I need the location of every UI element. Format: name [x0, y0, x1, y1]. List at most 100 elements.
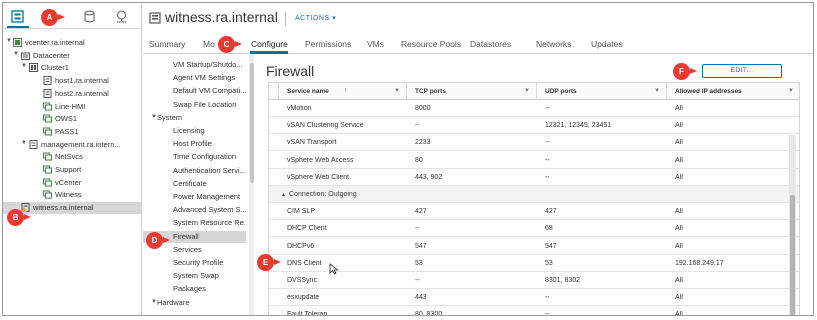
- nav-item[interactable]: Security Profile: [143, 257, 246, 269]
- tree-node[interactable]: PASS1: [3, 126, 142, 138]
- tree-node[interactable]: Support: [3, 164, 142, 176]
- table-cell: vSphere Web Client: [287, 173, 350, 181]
- nav-label: System Swap: [173, 271, 219, 281]
- table-cell: DHCPv6: [287, 242, 315, 250]
- table-row[interactable]: DVSSync -- 8301, 8302 All: [269, 272, 799, 289]
- nav-item[interactable]: System Swap: [143, 270, 246, 282]
- tree-node[interactable]: Witness: [3, 189, 142, 201]
- nav-item[interactable]: VM Startup/Shutdo...: [143, 59, 246, 71]
- table-row[interactable]: vSphere Web Client 443, 902 -- All: [269, 168, 799, 186]
- table-row[interactable]: vMotion 8000 -- All: [269, 100, 799, 117]
- table-row[interactable]: vSAN Clustering Service -- 12321, 12345, 2…: [269, 117, 799, 135]
- nav-label: Authentication Servi...: [173, 165, 246, 175]
- filter-icon[interactable]: ▼: [394, 88, 400, 94]
- table-row[interactable]: esxupdate 443 -- All: [269, 289, 799, 307]
- tab-updates[interactable]: Updates: [591, 39, 623, 49]
- filter-icon[interactable]: ▼: [788, 88, 794, 94]
- column-header[interactable]: TCP ports ▼: [407, 83, 537, 100]
- nav-item[interactable]: Agent VM Settings: [143, 72, 246, 84]
- object-tabs: Summary Mo Configure Permissions VMs Resource…: [143, 34, 813, 54]
- networking-icon[interactable]: [115, 10, 128, 23]
- table-row[interactable]: vSphere Web Access 80 -- All: [269, 151, 799, 169]
- host-icon: [43, 76, 52, 86]
- nav-label: Default VM Compati...: [173, 86, 246, 96]
- tab-mo[interactable]: Mo: [203, 39, 215, 49]
- nav-item[interactable]: Time Configuration: [143, 151, 246, 163]
- nav-item[interactable]: Swap File Location: [143, 99, 246, 111]
- filter-icon[interactable]: ▼: [524, 88, 530, 94]
- firewall-rules-grid: Service name ↑ ▼ TCP ports ▼ UDP ports ▼ Allowe…: [268, 82, 800, 316]
- table-cell: All: [675, 173, 683, 181]
- nav-item[interactable]: Advanced System S...: [143, 204, 246, 216]
- table-cell: --: [545, 139, 550, 147]
- tab-resource-pools[interactable]: Resource Pools: [401, 39, 461, 49]
- firewall-panel: Firewall EDIT... Service name ↑ ▼ TCP ports…: [256, 55, 813, 315]
- tree-node[interactable]: OWS1: [3, 113, 142, 125]
- tree-node[interactable]: host2.ra.internal: [3, 88, 142, 100]
- hosts-and-clusters-icon[interactable]: [11, 10, 24, 23]
- table-cell: DHCP Client: [287, 225, 327, 233]
- tab-datastores[interactable]: Datastores: [470, 39, 511, 49]
- actions-menu-button[interactable]: ACTIONS ▾: [295, 14, 336, 22]
- tree-node[interactable]: Line-HMI: [3, 101, 142, 113]
- host-warning-icon: [21, 203, 30, 213]
- nav-item[interactable]: Power Management: [143, 191, 246, 203]
- nav-label: Hardware: [157, 297, 190, 307]
- table-cell: All: [675, 139, 683, 147]
- nav-group[interactable]: ▼ System: [143, 112, 246, 124]
- nav-group[interactable]: ▼ Hardware: [143, 297, 246, 309]
- tree-node[interactable]: ▼ vcenter.ra.internal: [3, 37, 142, 49]
- tab-networks[interactable]: Networks: [536, 39, 571, 49]
- nav-label: Services: [173, 244, 202, 254]
- tree-node-label: PASS1: [55, 126, 79, 136]
- nav-item[interactable]: Licensing: [143, 125, 246, 137]
- storage-icon[interactable]: [83, 10, 96, 23]
- tree-node[interactable]: vCenter: [3, 177, 142, 189]
- nav-label: Host Profile: [173, 139, 212, 149]
- column-header[interactable]: UDP ports ▼: [537, 83, 667, 100]
- table-cell: --: [415, 225, 420, 233]
- chevron-down-icon[interactable]: ▼: [6, 38, 12, 44]
- tab-configure[interactable]: Configure: [251, 39, 288, 49]
- collapse-icon[interactable]: ▲: [281, 192, 286, 198]
- table-cell: All: [675, 311, 683, 316]
- tree-node-label: NetSvcs: [55, 152, 83, 162]
- nav-item[interactable]: Default VM Compati...: [143, 85, 246, 97]
- callout-d: D: [146, 232, 163, 249]
- tree-node[interactable]: witness.ra.internal: [3, 202, 142, 215]
- vcenter-icon: [13, 38, 22, 47]
- table-row[interactable]: CIM SLP 427 427 All: [269, 203, 799, 221]
- chevron-down-icon[interactable]: ▼: [21, 63, 27, 69]
- table-row[interactable]: DNS Client 53 53 192.168.249.17: [269, 254, 799, 272]
- host-icon: [29, 139, 38, 149]
- table-cell: 68: [545, 225, 553, 233]
- table-row[interactable]: DHCPv6 547 547 All: [269, 237, 799, 255]
- tab-summary[interactable]: Summary: [149, 39, 185, 49]
- callout-c: C: [218, 36, 235, 53]
- chevron-down-icon[interactable]: ▼: [13, 51, 19, 57]
- column-header[interactable]: Service name ↑ ▼: [279, 83, 407, 100]
- chevron-down-icon[interactable]: ▼: [21, 140, 27, 146]
- nav-item[interactable]: Packages: [143, 283, 246, 295]
- grid-scrollbar-thumb[interactable]: [790, 195, 795, 315]
- tree-node[interactable]: host1.ra.internal: [3, 75, 142, 87]
- nav-scrollbar-thumb[interactable]: [250, 63, 254, 183]
- filter-icon[interactable]: ▼: [654, 88, 660, 94]
- tree-node[interactable]: ▼ Cluster1: [3, 62, 142, 74]
- nav-item[interactable]: Authentication Servi...: [143, 165, 246, 177]
- tab-permissions[interactable]: Permissions: [305, 39, 351, 49]
- tab-vms[interactable]: VMs: [367, 39, 384, 49]
- group-row[interactable]: ▲ Connection: Outgoing: [269, 186, 799, 203]
- sort-ascending-icon[interactable]: ↑: [344, 87, 347, 94]
- tree-node[interactable]: NetSvcs: [3, 151, 142, 163]
- table-row[interactable]: vSAN Transport 2233 -- All: [269, 134, 799, 152]
- table-row[interactable]: DHCP Client -- 68 All: [269, 220, 799, 238]
- edit-button[interactable]: EDIT...: [702, 64, 782, 78]
- column-header[interactable]: Allowed IP addresses ▼: [667, 83, 799, 100]
- nav-item[interactable]: Certificate: [143, 178, 246, 190]
- table-row[interactable]: Fault Toleran... 80, 8300 -- All: [269, 306, 799, 316]
- nav-item[interactable]: Host Profile: [143, 138, 246, 150]
- nav-item[interactable]: System Resource Re...: [143, 217, 246, 229]
- tree-node[interactable]: ▼ Datacenter: [3, 50, 142, 62]
- tree-node[interactable]: ▼ management.ra.intern...: [3, 139, 142, 151]
